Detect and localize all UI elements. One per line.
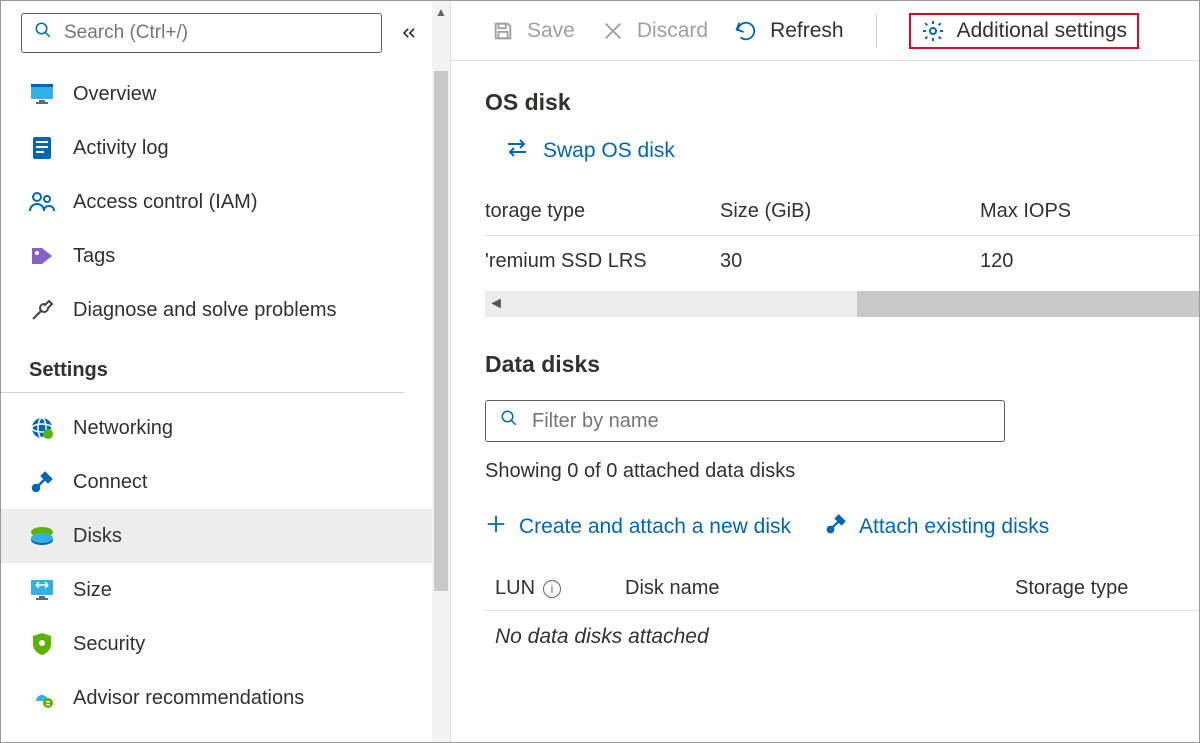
wrench-icon	[29, 297, 55, 323]
os-disk-table: torage type Size (GiB) Max IOPS 'remium …	[485, 188, 1199, 287]
os-disk-hscroll[interactable]: ◄	[485, 291, 1199, 317]
disks-icon	[29, 523, 55, 549]
col-storage-type: torage type	[485, 188, 720, 236]
sidebar-search[interactable]	[21, 13, 382, 53]
attach-existing-label: Attach existing disks	[859, 515, 1049, 539]
col-lun: LUN	[495, 577, 535, 600]
filter-input[interactable]	[530, 409, 990, 434]
cell-storage-type: 'remium SSD LRS	[485, 236, 720, 288]
os-disk-heading: OS disk	[485, 89, 1199, 116]
col-size: Size (GiB)	[720, 188, 980, 236]
sidebar-scrollbar[interactable]: ▲	[432, 1, 450, 742]
sidebar-item-connect[interactable]: Connect	[1, 455, 432, 509]
sidebar-item-diagnose[interactable]: Diagnose and solve problems	[1, 283, 432, 337]
sidebar-label: Tags	[73, 245, 115, 268]
sidebar-label: Activity log	[73, 137, 169, 160]
sidebar-item-disks[interactable]: Disks	[1, 509, 432, 563]
sidebar-item-access-control[interactable]: Access control (IAM)	[1, 175, 432, 229]
save-label: Save	[527, 19, 575, 43]
col-max-iops: Max IOPS	[980, 188, 1199, 236]
cell-iops: 120	[980, 236, 1199, 288]
sidebar-label: Disks	[73, 525, 122, 548]
sidebar-label: Networking	[73, 417, 173, 440]
connect-icon	[29, 469, 55, 495]
sidebar-item-size[interactable]: Size	[1, 563, 432, 617]
info-icon[interactable]: i	[543, 580, 561, 598]
gear-icon	[921, 19, 945, 43]
search-icon	[34, 21, 52, 45]
scroll-up-icon: ▲	[432, 5, 450, 19]
attach-icon	[825, 513, 847, 541]
sidebar-item-activity-log[interactable]: Activity log	[1, 121, 432, 175]
size-icon	[29, 577, 55, 603]
additional-settings-label: Additional settings	[957, 19, 1127, 43]
create-attach-disk-button[interactable]: Create and attach a new disk	[485, 513, 791, 541]
sidebar-label: Advisor recommendations	[73, 687, 304, 710]
refresh-icon	[734, 19, 758, 43]
os-disk-row[interactable]: 'remium SSD LRS 30 120	[485, 236, 1199, 288]
sidebar-section-settings: Settings	[1, 337, 404, 393]
data-disks-heading: Data disks	[485, 351, 1199, 378]
cell-size: 30	[720, 236, 980, 288]
refresh-label: Refresh	[770, 19, 844, 43]
hscroll-thumb[interactable]	[857, 291, 1199, 317]
sidebar-label: Access control (IAM)	[73, 191, 257, 214]
sidebar-item-security[interactable]: Security	[1, 617, 432, 671]
discard-button[interactable]: Discard	[601, 19, 708, 43]
plus-icon	[485, 513, 507, 541]
data-disks-status: Showing 0 of 0 attached data disks	[485, 460, 1199, 483]
sidebar: Overview Activity log Access control (IA…	[1, 1, 451, 742]
sidebar-item-tags[interactable]: Tags	[1, 229, 432, 283]
log-icon	[29, 135, 55, 161]
people-icon	[29, 189, 55, 215]
scrollbar-thumb[interactable]	[434, 71, 448, 591]
collapse-sidebar-button[interactable]	[396, 20, 422, 46]
content-pane: Save Discard Refresh Ad	[451, 1, 1199, 742]
sidebar-item-networking[interactable]: Networking	[1, 401, 432, 455]
toolbar-separator	[876, 14, 877, 48]
sidebar-search-input[interactable]	[62, 21, 369, 45]
col-storage-type: Storage type	[1015, 577, 1199, 600]
advisor-icon	[29, 685, 55, 711]
save-icon	[491, 19, 515, 43]
save-button[interactable]: Save	[491, 19, 575, 43]
monitor-icon	[29, 81, 55, 107]
sidebar-label: Overview	[73, 83, 156, 106]
globe-icon	[29, 415, 55, 441]
additional-settings-button[interactable]: Additional settings	[921, 19, 1127, 43]
sidebar-item-overview[interactable]: Overview	[1, 67, 432, 121]
create-attach-label: Create and attach a new disk	[519, 515, 791, 539]
search-icon	[500, 409, 518, 433]
col-disk-name: Disk name	[625, 577, 1015, 600]
discard-icon	[601, 19, 625, 43]
sidebar-label: Security	[73, 633, 145, 656]
sidebar-label: Size	[73, 579, 112, 602]
sidebar-label: Diagnose and solve problems	[73, 299, 337, 322]
no-data-disks-message: No data disks attached	[485, 611, 1199, 649]
filter-box[interactable]	[485, 400, 1005, 442]
sidebar-item-advisor[interactable]: Advisor recommendations	[1, 671, 432, 725]
swap-icon	[505, 138, 529, 164]
swap-os-disk-label: Swap OS disk	[543, 139, 675, 163]
sidebar-label: Connect	[73, 471, 148, 494]
toolbar: Save Discard Refresh Ad	[451, 1, 1199, 61]
additional-settings-highlight: Additional settings	[909, 13, 1139, 49]
discard-label: Discard	[637, 19, 708, 43]
data-disk-table-header: LUN i Disk name Storage type	[485, 567, 1199, 611]
shield-icon	[29, 631, 55, 657]
swap-os-disk-button[interactable]: Swap OS disk	[505, 138, 1199, 164]
app-frame: Overview Activity log Access control (IA…	[0, 0, 1200, 743]
scroll-left-icon: ◄	[485, 291, 507, 317]
refresh-button[interactable]: Refresh	[734, 19, 844, 43]
tag-icon	[29, 243, 55, 269]
attach-existing-disks-button[interactable]: Attach existing disks	[825, 513, 1049, 541]
